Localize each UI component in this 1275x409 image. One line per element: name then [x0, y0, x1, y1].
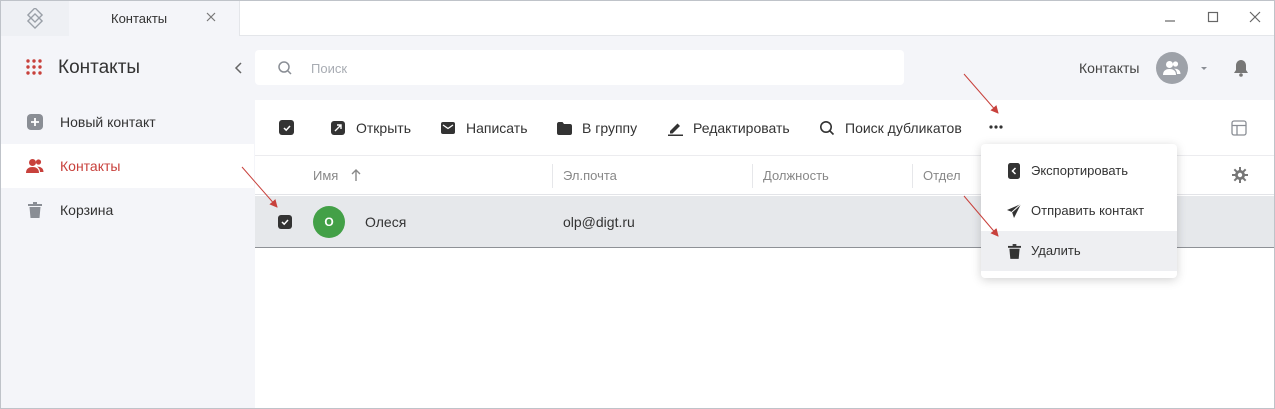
avatar: О [313, 206, 345, 238]
sidebar: Контакты Новый контакт Контакты Корзина [1, 36, 254, 408]
gear-icon[interactable] [1232, 167, 1248, 183]
avatar[interactable] [1156, 52, 1188, 84]
row-checkbox[interactable] [278, 215, 292, 229]
title-bar: Контакты [1, 1, 1274, 36]
select-all-checkbox[interactable] [279, 120, 294, 135]
trash-icon [1006, 243, 1022, 259]
column-header-department[interactable]: Отдел [923, 168, 961, 183]
search-bar[interactable] [255, 50, 904, 85]
column-header-name[interactable]: Имя [313, 168, 338, 183]
column-divider[interactable] [752, 164, 753, 188]
menu-item-label: Экспортировать [1031, 163, 1128, 178]
menu-item-label: Удалить [1031, 243, 1081, 258]
column-divider[interactable] [552, 164, 553, 188]
sort-ascending-icon[interactable] [350, 168, 362, 182]
account-label: Контакты [1079, 60, 1140, 76]
sidebar-item-label: Новый контакт [60, 114, 156, 130]
search-input[interactable] [311, 58, 871, 78]
app-logo-icon[interactable] [1, 1, 69, 36]
tab-close-icon[interactable] [203, 9, 219, 25]
menu-item-export[interactable]: Экспортировать [981, 151, 1177, 191]
contact-name: Олеся [365, 214, 407, 230]
sidebar-item-label: Контакты [60, 158, 121, 174]
edit-button[interactable]: Редактировать [667, 118, 790, 138]
trash-icon [26, 201, 44, 219]
menu-item-label: Отправить контакт [1031, 203, 1145, 218]
maximize-icon[interactable] [1205, 9, 1221, 25]
open-button-label: Открыть [356, 120, 411, 136]
edit-button-label: Редактировать [693, 120, 790, 136]
find-duplicates-button[interactable]: Поиск дубликатов [819, 118, 962, 138]
tab-contacts[interactable]: Контакты [69, 1, 240, 36]
column-header-position[interactable]: Должность [763, 168, 829, 183]
column-divider[interactable] [912, 164, 913, 188]
write-button[interactable]: Написать [440, 118, 527, 138]
app-window: Контакты Контакты Новый контакт Контакты… [0, 0, 1275, 409]
close-window-icon[interactable] [1247, 9, 1263, 25]
send-icon [1006, 203, 1022, 219]
sidebar-title: Контакты [58, 57, 141, 78]
contact-email: olp@digt.ru [563, 214, 635, 230]
pencil-icon [667, 120, 683, 136]
mail-icon [440, 120, 456, 136]
menu-item-send-contact[interactable]: Отправить контакт [981, 191, 1177, 231]
plus-square-icon [26, 113, 44, 131]
sidebar-item-new-contact[interactable]: Новый контакт [1, 100, 254, 144]
open-button[interactable]: Открыть [330, 118, 411, 138]
export-icon [1006, 163, 1022, 179]
column-header-email[interactable]: Эл.почта [563, 168, 617, 183]
sidebar-item-trash[interactable]: Корзина [1, 188, 254, 232]
find-duplicates-button-label: Поиск дубликатов [845, 120, 962, 136]
more-options-menu: Экспортировать Отправить контакт Удалить [981, 144, 1177, 278]
bell-icon[interactable] [1232, 59, 1250, 77]
sidebar-item-label: Корзина [60, 202, 114, 218]
collapse-sidebar-icon[interactable] [231, 60, 247, 76]
sidebar-item-contacts[interactable]: Контакты [1, 144, 254, 188]
menu-item-delete[interactable]: Удалить [981, 231, 1177, 271]
sidebar-header: Контакты [1, 36, 254, 100]
folder-icon [556, 120, 572, 136]
search-icon [819, 120, 835, 136]
minimize-icon[interactable] [1162, 9, 1178, 25]
to-group-button-label: В группу [582, 120, 638, 136]
search-icon [277, 60, 293, 76]
open-external-icon [330, 120, 346, 136]
to-group-button[interactable]: В группу [556, 118, 637, 138]
chevron-down-icon[interactable] [1198, 61, 1210, 73]
write-button-label: Написать [466, 120, 528, 136]
apps-grid-icon[interactable] [25, 58, 43, 76]
more-options-icon[interactable] [986, 120, 1006, 134]
layout-toggle-icon[interactable] [1231, 120, 1247, 136]
tab-label: Контакты [111, 11, 168, 26]
users-icon [26, 157, 44, 175]
